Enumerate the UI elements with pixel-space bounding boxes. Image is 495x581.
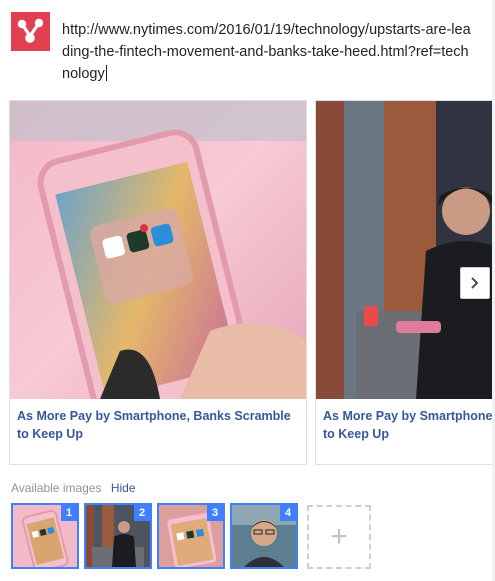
carousel-next-button[interactable] [460, 267, 490, 299]
share-app-icon [11, 12, 50, 51]
link-share-composer: http://www.nytimes.com/2016/01/19/techno… [0, 0, 495, 581]
hide-images-link[interactable]: Hide [111, 481, 136, 495]
text-caret [105, 65, 107, 81]
url-text: http://www.nytimes.com/2016/01/19/techno… [62, 22, 471, 82]
image-thumbnails: 1 2 3 4 + [11, 503, 481, 569]
url-input[interactable]: http://www.nytimes.com/2016/01/19/techno… [62, 19, 472, 85]
link-preview-carousel: As More Pay by Smartphone, Banks Scrambl… [9, 100, 495, 465]
available-images-header: Available images Hide [11, 481, 136, 495]
preview-image-phone[interactable] [10, 101, 306, 399]
preview-image-woman[interactable] [316, 101, 495, 399]
thumbnail-number: 3 [207, 505, 223, 521]
available-images-label: Available images [11, 481, 102, 495]
add-image-button[interactable]: + [307, 505, 371, 569]
thumbnail-3[interactable]: 3 [157, 503, 225, 569]
thumbnail-1[interactable]: 1 [11, 503, 79, 569]
preview-card[interactable]: As More Pay by Smartphone, Banks Scrambl… [9, 100, 307, 465]
thumbnail-number: 2 [134, 505, 150, 521]
preview-title[interactable]: As More Pay by Smartphone, Banks Scrambl… [17, 407, 299, 443]
preview-title[interactable]: As More Pay by Smartphone, Banks Scrambl… [323, 407, 495, 443]
plus-icon: + [330, 520, 348, 553]
thumbnail-number: 1 [61, 505, 77, 521]
chevron-right-icon [471, 277, 479, 289]
thumbnail-number: 4 [280, 505, 296, 521]
thumbnail-2[interactable]: 2 [84, 503, 152, 569]
thumbnail-4[interactable]: 4 [230, 503, 298, 569]
